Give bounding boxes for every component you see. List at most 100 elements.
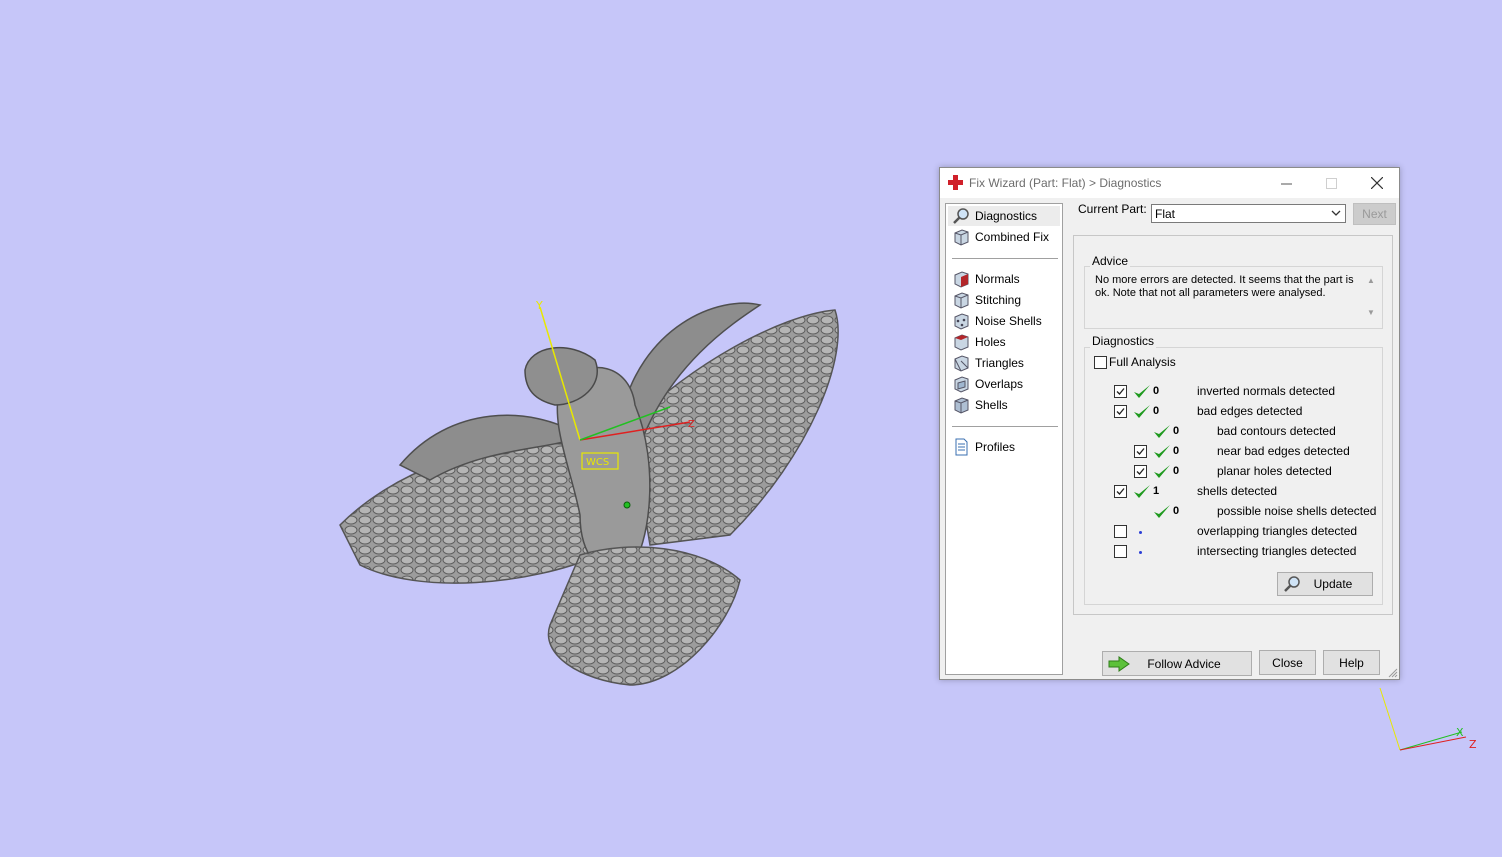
axis-z-label: Z	[688, 419, 695, 430]
diagnostic-count: 0	[1173, 445, 1180, 457]
nav-item-combined-fix[interactable]: Combined Fix	[948, 227, 1060, 247]
title-bar[interactable]: Fix Wizard (Part: Flat) > Diagnostics	[940, 168, 1399, 198]
diagnostic-checkbox[interactable]	[1114, 485, 1127, 498]
dialog-title: Fix Wizard (Part: Flat) > Diagnostics	[969, 176, 1162, 190]
magnifier-icon	[1284, 576, 1300, 592]
minimize-icon	[1280, 183, 1292, 184]
nav-item-stitching[interactable]: Stitching	[948, 290, 1060, 310]
green-check-icon	[1133, 483, 1151, 504]
pending-dot-icon	[1139, 531, 1142, 534]
magnifier-icon	[953, 208, 969, 224]
nav-label: Holes	[975, 335, 1006, 349]
advice-title: Advice	[1090, 254, 1131, 268]
nav-label: Triangles	[975, 356, 1024, 370]
checkmark-icon	[1116, 408, 1125, 415]
nav-label: Shells	[975, 398, 1008, 412]
nav-divider	[952, 258, 1058, 259]
checkmark-icon	[1136, 468, 1145, 475]
normals-cube-icon	[954, 271, 969, 288]
nav-item-holes[interactable]: Holes	[948, 332, 1060, 352]
next-label: Next	[1362, 207, 1387, 221]
close-icon	[1371, 177, 1383, 189]
chevron-down-icon	[1331, 210, 1341, 216]
green-check-icon	[1153, 463, 1171, 484]
close-button[interactable]: Close	[1259, 650, 1316, 675]
checkmark-icon	[1136, 448, 1145, 455]
red-cross-icon	[948, 175, 963, 190]
next-button: Next	[1353, 203, 1396, 225]
current-part-select[interactable]: Flat	[1151, 204, 1346, 223]
diagnostic-label: inverted normals detected	[1197, 384, 1336, 398]
nav-item-shells[interactable]: Shells	[948, 395, 1060, 415]
maximize-button	[1309, 168, 1353, 198]
noise-shells-icon	[954, 313, 969, 330]
minimize-button[interactable]	[1264, 168, 1308, 198]
stitching-cube-icon	[954, 292, 969, 309]
green-arrow-icon	[1108, 656, 1130, 672]
diagnostic-checkbox[interactable]	[1134, 465, 1147, 478]
diagnostics-title: Diagnostics	[1090, 334, 1157, 348]
diagnostic-checkbox[interactable]	[1114, 545, 1127, 558]
gizmo-x-label: X	[1456, 726, 1464, 739]
diagnostic-checkbox[interactable]	[1114, 525, 1127, 538]
green-check-icon	[1133, 403, 1151, 424]
scroll-down-icon[interactable]: ▼	[1367, 308, 1375, 317]
current-part-value: Flat	[1155, 207, 1176, 221]
diagnostic-count: 0	[1173, 425, 1180, 437]
window-close-button[interactable]	[1355, 168, 1399, 198]
diagnostic-checkbox[interactable]	[1114, 385, 1127, 398]
checkmark-icon	[1116, 388, 1125, 395]
follow-advice-button[interactable]: Follow Advice	[1102, 651, 1252, 676]
nav-item-noise-shells[interactable]: Noise Shells	[948, 311, 1060, 331]
cube-icon	[954, 229, 969, 246]
diagnostic-label: shells detected	[1197, 484, 1278, 498]
diagnostic-checkbox[interactable]	[1114, 405, 1127, 418]
nav-label: Stitching	[975, 293, 1022, 307]
document-icon	[955, 438, 968, 456]
pending-dot-icon	[1139, 551, 1142, 554]
green-check-icon	[1153, 503, 1171, 524]
gizmo-z-label: Z	[1469, 738, 1477, 751]
green-check-icon	[1153, 423, 1171, 444]
diagnostic-label: intersecting triangles detected	[1197, 544, 1357, 558]
axis-gizmo: X Z	[1379, 687, 1477, 751]
nav-item-normals[interactable]: Normals	[948, 269, 1060, 289]
help-button[interactable]: Help	[1323, 650, 1380, 675]
maximize-icon	[1325, 177, 1337, 189]
diagnostic-label: overlapping triangles detected	[1197, 524, 1358, 538]
diagnostic-label: bad edges detected	[1197, 404, 1303, 418]
nav-item-overlaps[interactable]: Overlaps	[948, 374, 1060, 394]
wizard-nav-list: Diagnostics Combined Fix Normals Stitchi…	[945, 203, 1063, 675]
nav-label: Noise Shells	[975, 314, 1042, 328]
advice-textbox[interactable]: No more errors are detected. It seems th…	[1087, 274, 1377, 324]
axis-y-label: Y	[535, 299, 543, 312]
diagnostic-label: possible noise shells detected	[1217, 504, 1377, 518]
diagnostic-count: 0	[1173, 465, 1180, 477]
update-button[interactable]: Update	[1277, 572, 1373, 596]
current-part-label: Current Part:	[1078, 202, 1147, 216]
diagnostic-label: near bad edges detected	[1217, 444, 1350, 458]
eagle-model[interactable]: Y Z WCS	[330, 295, 850, 695]
overlaps-cube-icon	[954, 376, 969, 393]
diagnostic-checkbox[interactable]	[1134, 445, 1147, 458]
holes-cube-icon	[954, 334, 969, 351]
nav-item-diagnostics[interactable]: Diagnostics	[948, 206, 1060, 226]
nav-label: Diagnostics	[975, 209, 1038, 223]
diagnostic-count: 0	[1153, 405, 1160, 417]
full-analysis-checkbox[interactable]	[1094, 356, 1107, 369]
update-label: Update	[1313, 577, 1353, 591]
shells-cube-icon	[954, 397, 969, 414]
help-label: Help	[1339, 655, 1364, 670]
scroll-up-icon[interactable]: ▲	[1367, 276, 1375, 285]
advice-text: No more errors are detected. It seems th…	[1095, 274, 1354, 299]
diagnostic-label: planar holes detected	[1217, 464, 1332, 478]
nav-item-triangles[interactable]: Triangles	[948, 353, 1060, 373]
triangles-cube-icon	[954, 355, 969, 372]
nav-label: Profiles	[975, 440, 1016, 454]
nav-label: Overlaps	[975, 377, 1024, 391]
resize-grip-icon[interactable]	[1388, 668, 1398, 678]
nav-divider	[952, 426, 1058, 427]
nav-item-profiles[interactable]: Profiles	[948, 437, 1060, 457]
fix-wizard-dialog: Fix Wizard (Part: Flat) > Diagnostics Di…	[939, 167, 1400, 680]
diagnostic-count: 0	[1153, 385, 1160, 397]
